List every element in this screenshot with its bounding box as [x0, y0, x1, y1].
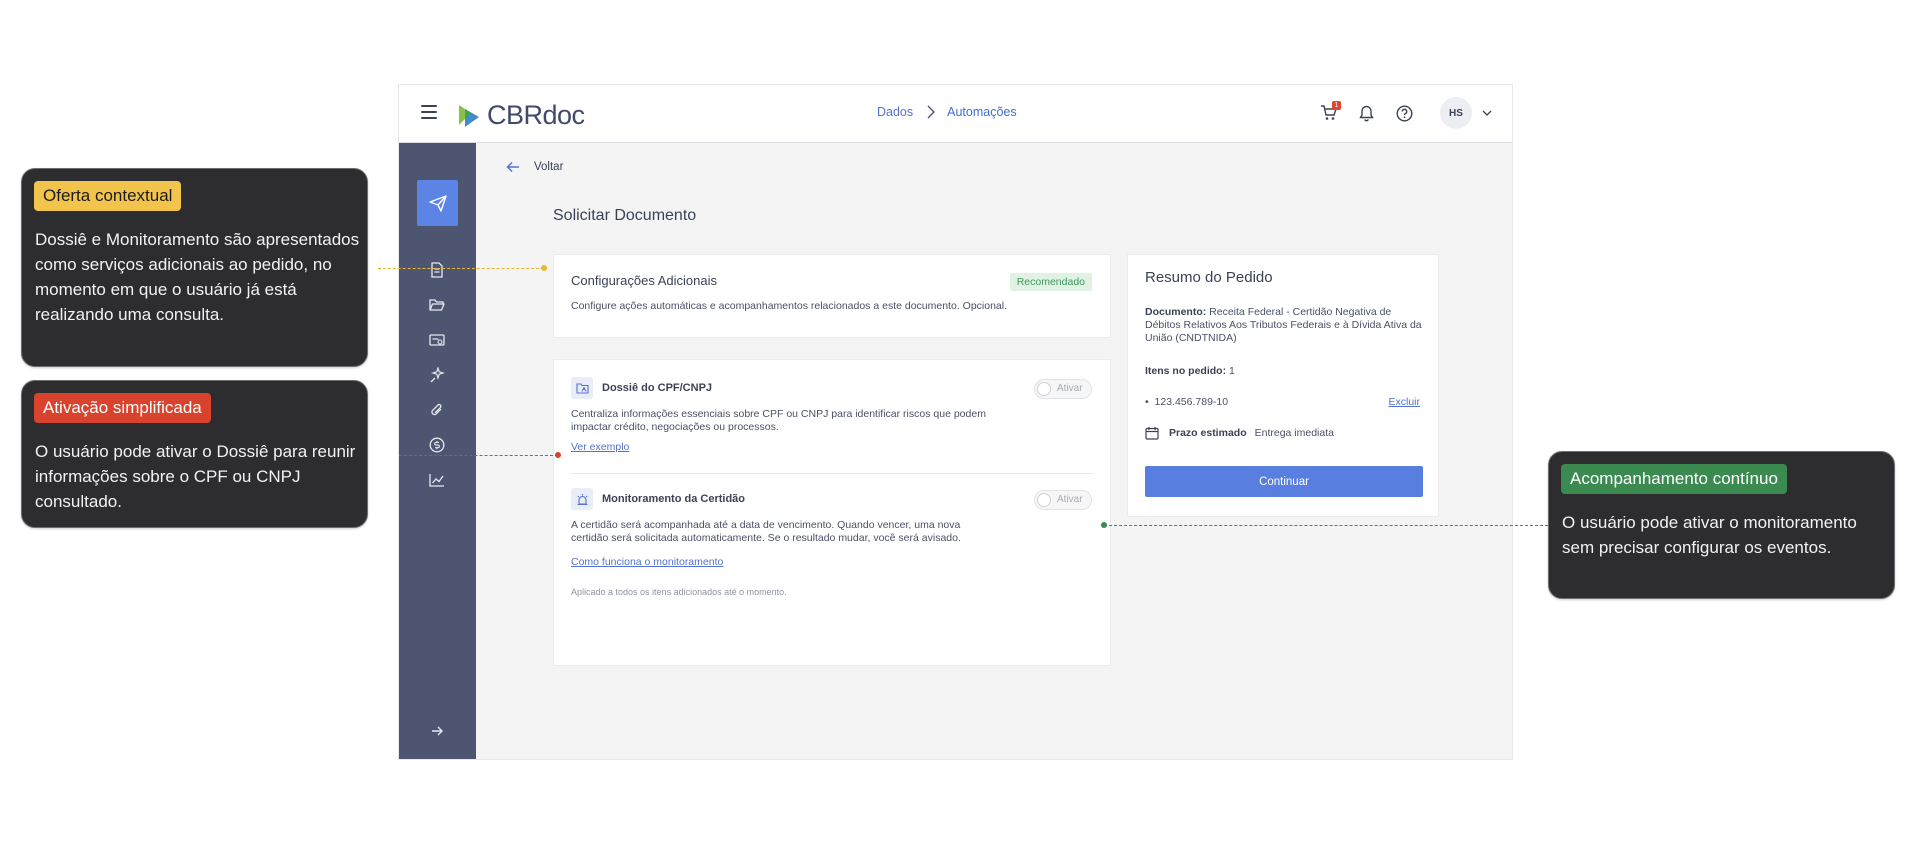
- services-card: Dossiê do CPF/CNPJ Ativar Centraliza inf…: [553, 359, 1111, 666]
- bullet: •: [1145, 396, 1155, 408]
- sidebar-item-folders[interactable]: [427, 295, 447, 315]
- user-avatar[interactable]: HS: [1440, 97, 1472, 129]
- annotation-text: O usuário pode ativar o monitoramento se…: [1562, 513, 1857, 557]
- order-item-id: 123.456.789-10: [1154, 396, 1229, 408]
- connector-line-red: [399, 455, 558, 456]
- connector-line-green: [1104, 525, 1548, 526]
- services-divider: [571, 473, 1093, 474]
- monitoring-toggle-label: Ativar: [1057, 494, 1083, 505]
- dossie-description: Centraliza informações essenciais sobre …: [571, 408, 986, 433]
- dossie-example-link[interactable]: Ver exemplo: [571, 441, 629, 453]
- sidebar-item-attachments[interactable]: [427, 400, 447, 420]
- additional-config-title: Configurações Adicionais: [571, 273, 717, 288]
- deadline-label: Prazo estimado: [1169, 427, 1247, 439]
- calendar-icon: [1145, 427, 1159, 440]
- services-footnote: Aplicado a todos os itens adicionados at…: [571, 587, 787, 597]
- arrow-right-icon: [431, 726, 443, 736]
- menu-icon[interactable]: [421, 105, 437, 119]
- logo-mark-icon: [459, 105, 479, 127]
- chevron-down-icon[interactable]: [1482, 108, 1492, 118]
- paper-plane-icon: [428, 195, 447, 212]
- annotation-continuous-tracking: Acompanhamento contínuo O usuário pode a…: [1548, 451, 1895, 599]
- page-title: Solicitar Documento: [553, 207, 697, 224]
- dossie-toggle[interactable]: Ativar: [1034, 379, 1092, 399]
- continue-button[interactable]: Continuar: [1145, 466, 1423, 497]
- order-summary-title: Resumo do Pedido: [1145, 269, 1273, 286]
- sparkles-icon: [430, 367, 445, 383]
- dossie-header: Dossiê do CPF/CNPJ: [571, 377, 712, 399]
- annotation-text: Dossiê e Monitoramento são apresentados …: [35, 230, 360, 324]
- dollar-circle-icon: [429, 437, 445, 453]
- notifications-button[interactable]: [1356, 103, 1376, 123]
- dossie-title: Dossiê do CPF/CNPJ: [602, 382, 713, 394]
- dossie-toggle-label: Ativar: [1057, 383, 1083, 394]
- document-label: Documento:: [1145, 306, 1207, 318]
- id-card-icon: [429, 334, 445, 346]
- monitoring-how-link[interactable]: Como funciona o monitoramento: [571, 556, 723, 568]
- connector-dot-yellow: [541, 265, 547, 271]
- monitoring-header: Monitoramento da Certidão: [571, 488, 745, 510]
- sidebar-item-registry[interactable]: [427, 330, 447, 350]
- additional-config-description: Configure ações automáticas e acompanham…: [571, 300, 1008, 312]
- help-button[interactable]: [1394, 103, 1414, 123]
- monitoring-description: A certidão será acompanhada até a data d…: [571, 519, 961, 544]
- line-chart-icon: [429, 474, 444, 487]
- document-icon: [431, 262, 443, 278]
- annotation-text: O usuário pode ativar o Dossiê para reun…: [35, 442, 356, 511]
- deadline-value: Entrega imediata: [1254, 427, 1334, 439]
- annotation-tag: Oferta contextual: [34, 181, 182, 211]
- cart-button[interactable]: 1: [1318, 101, 1341, 123]
- sidebar-item-billing[interactable]: [427, 435, 447, 455]
- order-document: Documento: Receita Federal - Certidão Ne…: [1145, 306, 1425, 345]
- help-icon: [1395, 104, 1413, 122]
- sidebar-item-documents[interactable]: [427, 260, 447, 280]
- order-item: • 123.456.789-10: [1145, 396, 1228, 408]
- sidebar-item-automations[interactable]: [427, 365, 447, 385]
- sidebar-expand-button[interactable]: [427, 721, 447, 741]
- order-items-count: Itens no pedido: 1: [1145, 365, 1235, 377]
- toggle-knob: [1037, 493, 1051, 507]
- back-label: Voltar: [534, 161, 564, 173]
- paperclip-icon: [431, 403, 442, 416]
- items-label: Itens no pedido:: [1145, 365, 1227, 377]
- chevron-right-icon: [927, 105, 936, 119]
- top-bar: CBRdoc Dados Automações 1 HS: [399, 85, 1512, 143]
- annotation-tag: Acompanhamento contínuo: [1561, 464, 1787, 494]
- sidebar-item-reports[interactable]: [427, 470, 447, 490]
- header-actions: 1 HS: [1300, 97, 1492, 129]
- items-value: 1: [1229, 365, 1235, 377]
- remove-item-link[interactable]: Excluir: [1388, 396, 1420, 408]
- additional-config-card: Configurações Adicionais Recomendado Con…: [553, 254, 1111, 338]
- annotation-tag: Ativação simplificada: [34, 393, 211, 423]
- back-button[interactable]: Voltar: [506, 161, 563, 173]
- app-logo[interactable]: CBRdoc: [457, 100, 585, 130]
- connector-dot-green: [1101, 522, 1107, 528]
- annotation-simplified-activation: Ativação simplificada O usuário pode ati…: [21, 380, 368, 528]
- connector-line-yellow: [378, 268, 544, 269]
- logo-text: CBRdoc: [487, 99, 585, 130]
- sidebar: [399, 143, 476, 759]
- connector-dot-red: [555, 452, 561, 458]
- alarm-icon: [571, 488, 593, 510]
- folder-person-icon: [571, 377, 593, 399]
- toggle-knob: [1037, 382, 1051, 396]
- bell-icon: [1358, 105, 1374, 121]
- cart-count-badge: 1: [1332, 101, 1341, 110]
- recommended-badge: Recomendado: [1009, 273, 1092, 291]
- monitoring-toggle[interactable]: Ativar: [1034, 490, 1092, 510]
- arrow-left-icon: [506, 161, 519, 173]
- app-window: CBRdoc Dados Automações 1 HS Voltar Soli…: [398, 84, 1513, 760]
- delivery-deadline: Prazo estimado Entrega imediata: [1145, 426, 1334, 440]
- breadcrumb: Dados Automações: [877, 105, 1017, 119]
- breadcrumb-item-dados[interactable]: Dados: [877, 105, 913, 119]
- folder-open-icon: [429, 299, 445, 311]
- monitoring-title: Monitoramento da Certidão: [602, 493, 746, 505]
- order-summary-card: Resumo do Pedido Documento: Receita Fede…: [1127, 254, 1439, 517]
- sidebar-item-send[interactable]: [417, 180, 458, 226]
- annotation-contextual-offer: Oferta contextual Dossiê e Monitoramento…: [21, 168, 368, 367]
- main-content: Voltar Solicitar Documento Configurações…: [476, 143, 1512, 759]
- breadcrumb-item-automacoes[interactable]: Automações: [947, 105, 1016, 119]
